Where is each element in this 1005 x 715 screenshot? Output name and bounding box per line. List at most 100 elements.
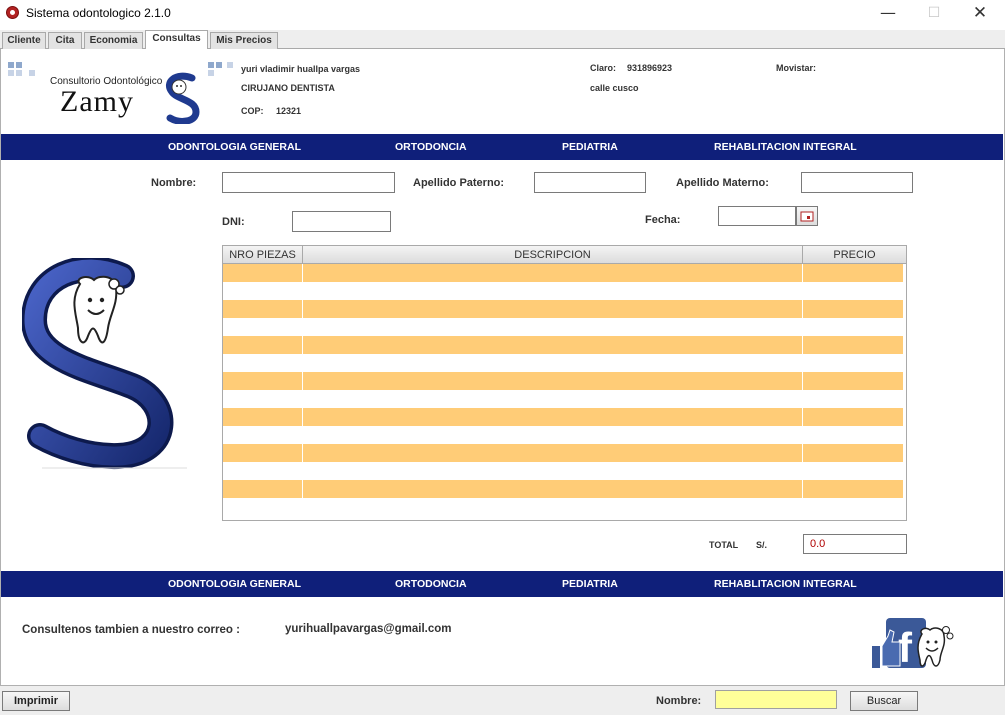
tab-cita[interactable]: Cita bbox=[48, 32, 82, 49]
close-button[interactable]: ✕ bbox=[957, 0, 1003, 29]
table-cell[interactable] bbox=[303, 426, 803, 444]
table-cell[interactable] bbox=[803, 372, 904, 390]
fecha-input[interactable] bbox=[718, 206, 796, 226]
table-cell[interactable] bbox=[223, 336, 303, 354]
table-cell[interactable] bbox=[303, 354, 803, 372]
dni-input[interactable] bbox=[292, 211, 391, 232]
dni-label: DNI: bbox=[222, 216, 245, 228]
table-cell[interactable] bbox=[803, 408, 904, 426]
table-cell[interactable] bbox=[303, 372, 803, 390]
table-cell[interactable] bbox=[803, 264, 904, 282]
search-button[interactable]: Buscar bbox=[850, 691, 918, 711]
total-label: TOTAL bbox=[709, 540, 739, 550]
consultas-table[interactable]: NRO PIEZAS DESCRIPCION PRECIO bbox=[222, 245, 907, 521]
table-cell[interactable] bbox=[303, 390, 803, 408]
service-rehabilitacion: REHABLITACION INTEGRAL bbox=[714, 578, 857, 590]
apellido-paterno-label: Apellido Paterno: bbox=[413, 177, 505, 189]
table-cell[interactable] bbox=[223, 372, 303, 390]
table-cell[interactable] bbox=[803, 390, 904, 408]
table-cell[interactable] bbox=[223, 426, 303, 444]
table-row[interactable] bbox=[223, 336, 904, 354]
table-row[interactable] bbox=[223, 498, 904, 516]
zamy-s-logo bbox=[22, 258, 187, 470]
table-cell[interactable] bbox=[223, 444, 303, 462]
table-row[interactable] bbox=[223, 318, 904, 336]
tab-cliente[interactable]: Cliente bbox=[2, 32, 46, 49]
apellido-paterno-input[interactable] bbox=[534, 172, 646, 193]
tab-strip: Cliente Cita Economia Consultas Mis Prec… bbox=[0, 30, 1005, 50]
table-cell[interactable] bbox=[803, 318, 904, 336]
contact-email: yurihuallpavargas@gmail.com bbox=[285, 623, 452, 635]
table-cell[interactable] bbox=[803, 354, 904, 372]
table-cell[interactable] bbox=[223, 390, 303, 408]
column-descripcion[interactable]: DESCRIPCION bbox=[303, 246, 803, 264]
table-cell[interactable] bbox=[803, 336, 904, 354]
claro-label: Claro: bbox=[590, 63, 617, 73]
table-row[interactable] bbox=[223, 282, 904, 300]
nombre-input[interactable] bbox=[222, 172, 395, 193]
table-cell[interactable] bbox=[223, 408, 303, 426]
table-row[interactable] bbox=[223, 444, 904, 462]
tab-economia[interactable]: Economia bbox=[84, 32, 143, 49]
facebook-like-icon[interactable]: f bbox=[870, 616, 956, 670]
table-cell[interactable] bbox=[803, 426, 904, 444]
table-cell[interactable] bbox=[303, 336, 803, 354]
print-button[interactable]: Imprimir bbox=[2, 691, 70, 711]
table-row[interactable] bbox=[223, 372, 904, 390]
table-cell[interactable] bbox=[303, 264, 803, 282]
table-cell[interactable] bbox=[303, 498, 803, 516]
column-nro-piezas[interactable]: NRO PIEZAS bbox=[223, 246, 303, 264]
table-row[interactable] bbox=[223, 480, 904, 498]
total-field[interactable] bbox=[803, 534, 907, 554]
table-cell[interactable] bbox=[303, 318, 803, 336]
table-cell[interactable] bbox=[223, 354, 303, 372]
currency-label: S/. bbox=[756, 540, 768, 550]
table-cell[interactable] bbox=[303, 480, 803, 498]
maximize-button[interactable]: ☐ bbox=[911, 0, 957, 29]
table-cell[interactable] bbox=[303, 408, 803, 426]
table-cell[interactable] bbox=[303, 444, 803, 462]
table-cell[interactable] bbox=[803, 300, 904, 318]
minimize-button[interactable]: — bbox=[865, 0, 911, 29]
table-cell[interactable] bbox=[223, 300, 303, 318]
column-precio[interactable]: PRECIO bbox=[803, 246, 906, 264]
search-nombre-input[interactable] bbox=[715, 690, 837, 709]
table-cell[interactable] bbox=[803, 480, 904, 498]
calendar-icon bbox=[800, 211, 814, 222]
apellido-materno-input[interactable] bbox=[801, 172, 913, 193]
table-cell[interactable] bbox=[803, 444, 904, 462]
table-cell[interactable] bbox=[223, 282, 303, 300]
claro-value: 931896923 bbox=[627, 63, 673, 73]
table-cell[interactable] bbox=[223, 480, 303, 498]
services-bar-bottom: ODONTOLOGIA GENERAL ORTODONCIA PEDIATRIA… bbox=[1, 571, 1003, 597]
table-cell[interactable] bbox=[223, 462, 303, 480]
cop-label: COP: bbox=[241, 106, 264, 116]
tab-mis-precios[interactable]: Mis Precios bbox=[210, 32, 278, 49]
calendar-button[interactable] bbox=[796, 206, 818, 226]
table-row[interactable] bbox=[223, 264, 904, 282]
table-cell[interactable] bbox=[803, 462, 904, 480]
table-cell[interactable] bbox=[223, 498, 303, 516]
table-cell[interactable] bbox=[223, 264, 303, 282]
fecha-label: Fecha: bbox=[645, 214, 681, 226]
service-pediatria: PEDIATRIA bbox=[562, 141, 618, 153]
table-cell[interactable] bbox=[223, 318, 303, 336]
table-cell[interactable] bbox=[303, 300, 803, 318]
movistar-label: Movistar: bbox=[776, 63, 817, 73]
service-ortodoncia: ORTODONCIA bbox=[395, 578, 467, 590]
table-row[interactable] bbox=[223, 300, 904, 318]
table-row[interactable] bbox=[223, 408, 904, 426]
search-nombre-label: Nombre: bbox=[656, 695, 702, 707]
small-s-logo-icon bbox=[166, 72, 200, 124]
table-row[interactable] bbox=[223, 390, 904, 408]
table-cell[interactable] bbox=[303, 282, 803, 300]
table-row[interactable] bbox=[223, 462, 904, 480]
tab-consultas[interactable]: Consultas bbox=[145, 30, 208, 50]
doctor-title: CIRUJANO DENTISTA bbox=[241, 83, 335, 93]
table-cell[interactable] bbox=[803, 498, 904, 516]
table-row[interactable] bbox=[223, 426, 904, 444]
table-row[interactable] bbox=[223, 354, 904, 372]
table-cell[interactable] bbox=[803, 282, 904, 300]
apellido-materno-label: Apellido Materno: bbox=[676, 177, 769, 189]
table-cell[interactable] bbox=[303, 462, 803, 480]
